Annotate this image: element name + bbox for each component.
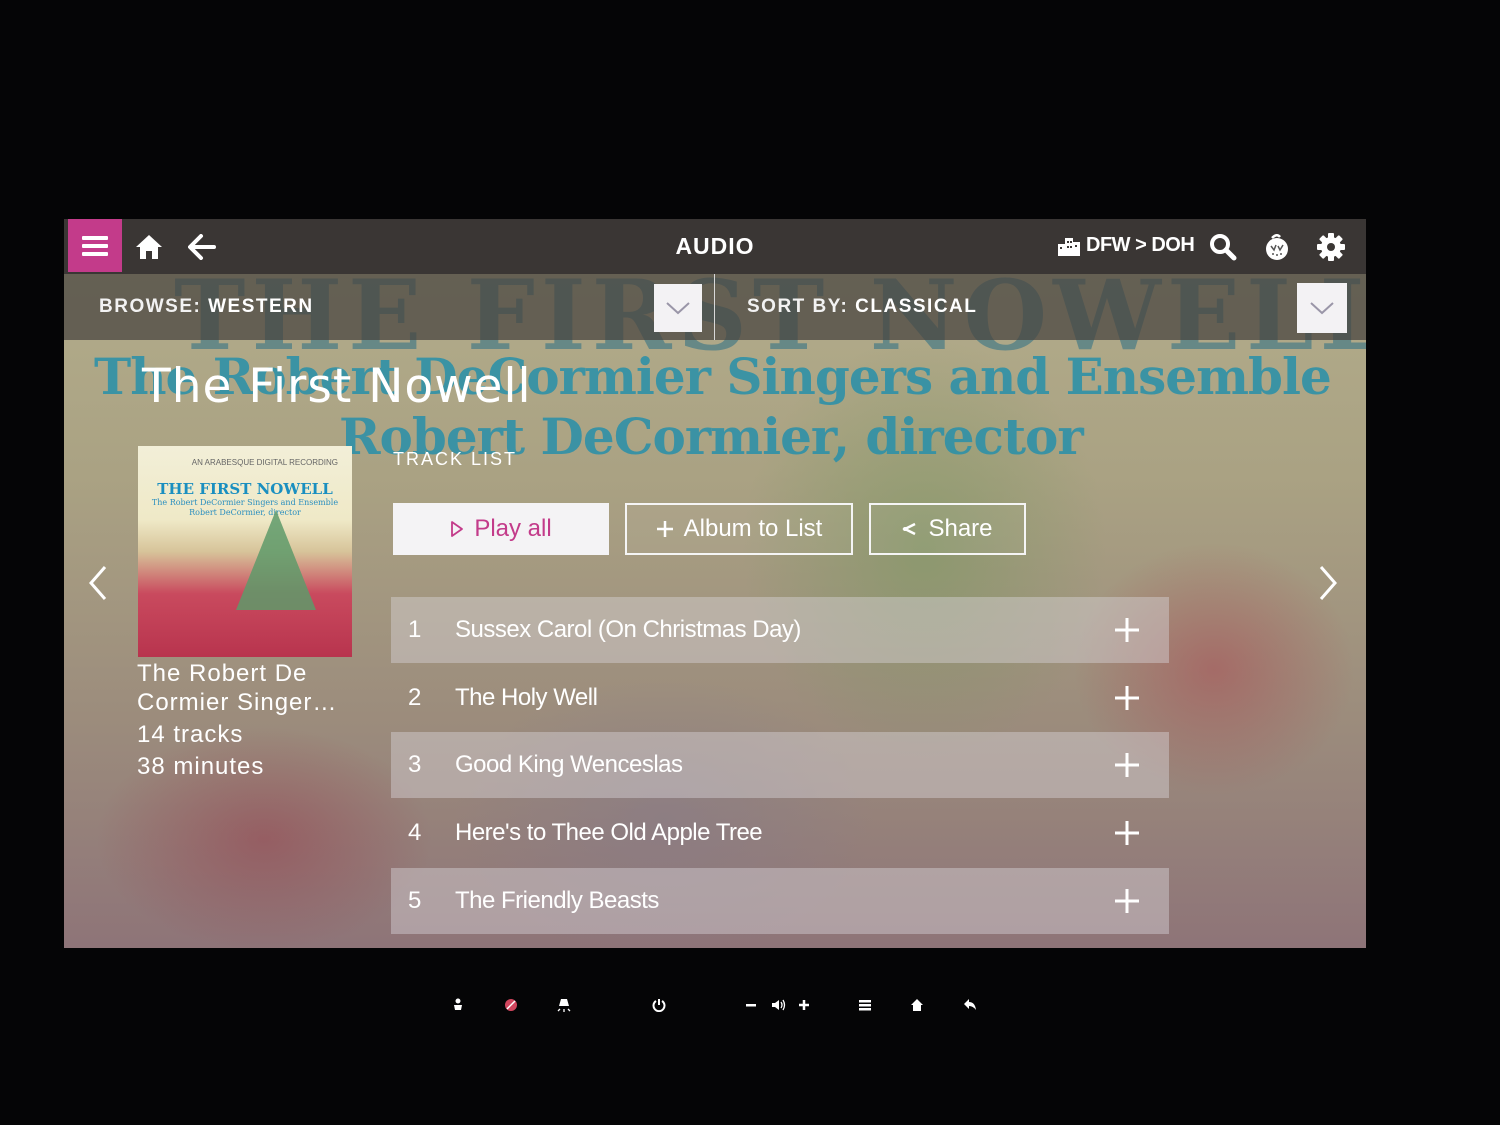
chevron-left-icon [89, 566, 107, 600]
city-icon [1058, 237, 1080, 256]
reading-light-button[interactable] [554, 993, 574, 1017]
menu-icon [82, 235, 108, 256]
kids-icon [1266, 233, 1288, 260]
play-icon [451, 521, 464, 537]
plus-icon [656, 521, 673, 537]
plus-icon [1115, 753, 1139, 777]
browse-dropdown-button[interactable] [654, 284, 702, 332]
album-title: The First Nowell [142, 359, 532, 414]
add-track-button[interactable] [1105, 608, 1149, 652]
track-row[interactable]: 3 Good King Wenceslas [391, 732, 1169, 798]
home-icon [136, 234, 162, 259]
sort-value: CLASSICAL [855, 296, 978, 317]
add-track-button[interactable] [1105, 879, 1149, 923]
browse-label: BROWSE: [99, 296, 202, 317]
play-all-label: Play all [474, 515, 552, 542]
attendant-call-icon [454, 998, 462, 1010]
volume-down-button[interactable] [742, 993, 760, 1017]
track-row[interactable]: 2 The Holy Well [391, 665, 1169, 731]
attendant-cancel-icon [505, 999, 517, 1011]
menu-button[interactable] [68, 219, 122, 272]
gear-icon [1317, 232, 1345, 261]
cover-subtitle-line: The Robert DeCormier Singers and Ensembl… [151, 498, 339, 507]
menu-list-button[interactable] [855, 993, 875, 1017]
share-icon [902, 522, 917, 536]
cover-art-tree [236, 510, 316, 610]
cover-title: THE FIRST NOWELL [157, 480, 333, 498]
power-icon [652, 999, 666, 1012]
route-text: DFW > DOH [1086, 234, 1195, 256]
search-icon [1210, 233, 1237, 260]
volume-up-button[interactable] [795, 993, 813, 1017]
sort-filter[interactable]: SORT BY: CLASSICAL [747, 296, 977, 318]
back-icon [964, 999, 976, 1010]
home-icon [911, 999, 923, 1011]
track-name: The Holy Well [455, 684, 598, 711]
top-bar: AUDIO DFW > DOH [64, 219, 1366, 274]
attendant-call-button[interactable] [448, 993, 468, 1017]
track-number: 2 [408, 684, 421, 711]
share-label: Share [928, 515, 993, 542]
plus-icon [1115, 618, 1139, 642]
track-name: The Friendly Beasts [455, 887, 659, 914]
back-button[interactable] [180, 219, 224, 274]
back-arrow-icon [188, 233, 216, 260]
album-to-list-button[interactable]: Album to List [625, 503, 853, 555]
album-to-list-label: Album to List [683, 515, 823, 542]
share-button[interactable]: Share [869, 503, 1026, 555]
attendant-cancel-button[interactable] [500, 993, 522, 1017]
volume-indicator [768, 993, 790, 1017]
filter-bar: BROWSE: WESTERN SORT BY: CLASSICAL [64, 274, 1366, 340]
hardware-home-button[interactable] [907, 993, 927, 1017]
plus-icon [1115, 889, 1139, 913]
album-duration: 38 minutes [137, 753, 265, 780]
add-track-button[interactable] [1105, 811, 1149, 855]
volume-icon [772, 999, 786, 1011]
sort-label: SORT BY: [747, 296, 849, 317]
browse-value: WESTERN [208, 296, 314, 317]
hardware-back-button[interactable] [960, 993, 980, 1017]
track-name: Here's to Thee Old Apple Tree [455, 819, 763, 846]
volume-up-icon [799, 1000, 809, 1010]
add-track-button[interactable] [1105, 743, 1149, 787]
reading-light-icon [557, 999, 571, 1012]
plus-icon [1115, 821, 1139, 845]
add-track-button[interactable] [1105, 676, 1149, 720]
track-number: 5 [408, 887, 421, 914]
cover-label: AN ARABESQUE DIGITAL RECORDING [191, 458, 338, 467]
settings-button[interactable] [1309, 219, 1353, 274]
track-row[interactable]: 4 Here's to Thee Old Apple Tree [391, 800, 1169, 866]
plus-icon [1115, 686, 1139, 710]
kids-button[interactable] [1255, 219, 1299, 274]
home-button[interactable] [127, 219, 171, 274]
sort-dropdown-button[interactable] [1297, 283, 1347, 333]
track-list-heading: TRACK LIST [393, 449, 518, 469]
track-number: 1 [408, 616, 421, 643]
flight-route: DFW > DOH [1058, 234, 1195, 257]
search-button[interactable] [1201, 219, 1245, 274]
album-track-count: 14 tracks [137, 721, 244, 748]
chevron-down-icon [1310, 302, 1334, 315]
next-album-button[interactable] [1308, 559, 1348, 607]
album-artist-line1: The Robert De [137, 660, 308, 687]
track-row[interactable]: 1 Sussex Carol (On Christmas Day) [391, 597, 1169, 663]
track-name: Good King Wenceslas [455, 751, 683, 778]
track-row[interactable]: 5 The Friendly Beasts [391, 868, 1169, 934]
ife-screen: THE FIRST NOWELL The Robert DeCormier Si… [64, 219, 1366, 948]
chevron-right-icon [1319, 566, 1337, 600]
track-number: 3 [408, 751, 421, 778]
previous-album-button[interactable] [78, 559, 118, 607]
volume-down-icon [746, 1004, 756, 1007]
menu-list-icon [859, 1000, 871, 1011]
track-name: Sussex Carol (On Christmas Day) [455, 616, 801, 643]
album-artist-line2: Cormier Singer… [137, 689, 338, 716]
power-button[interactable] [648, 993, 670, 1017]
chevron-down-icon [666, 302, 690, 315]
play-all-button[interactable]: Play all [393, 503, 609, 555]
album-cover[interactable]: AN ARABESQUE DIGITAL RECORDING THE FIRST… [138, 446, 352, 657]
browse-filter[interactable]: BROWSE: WESTERN [99, 296, 314, 318]
track-number: 4 [408, 819, 421, 846]
filter-divider [714, 274, 715, 340]
